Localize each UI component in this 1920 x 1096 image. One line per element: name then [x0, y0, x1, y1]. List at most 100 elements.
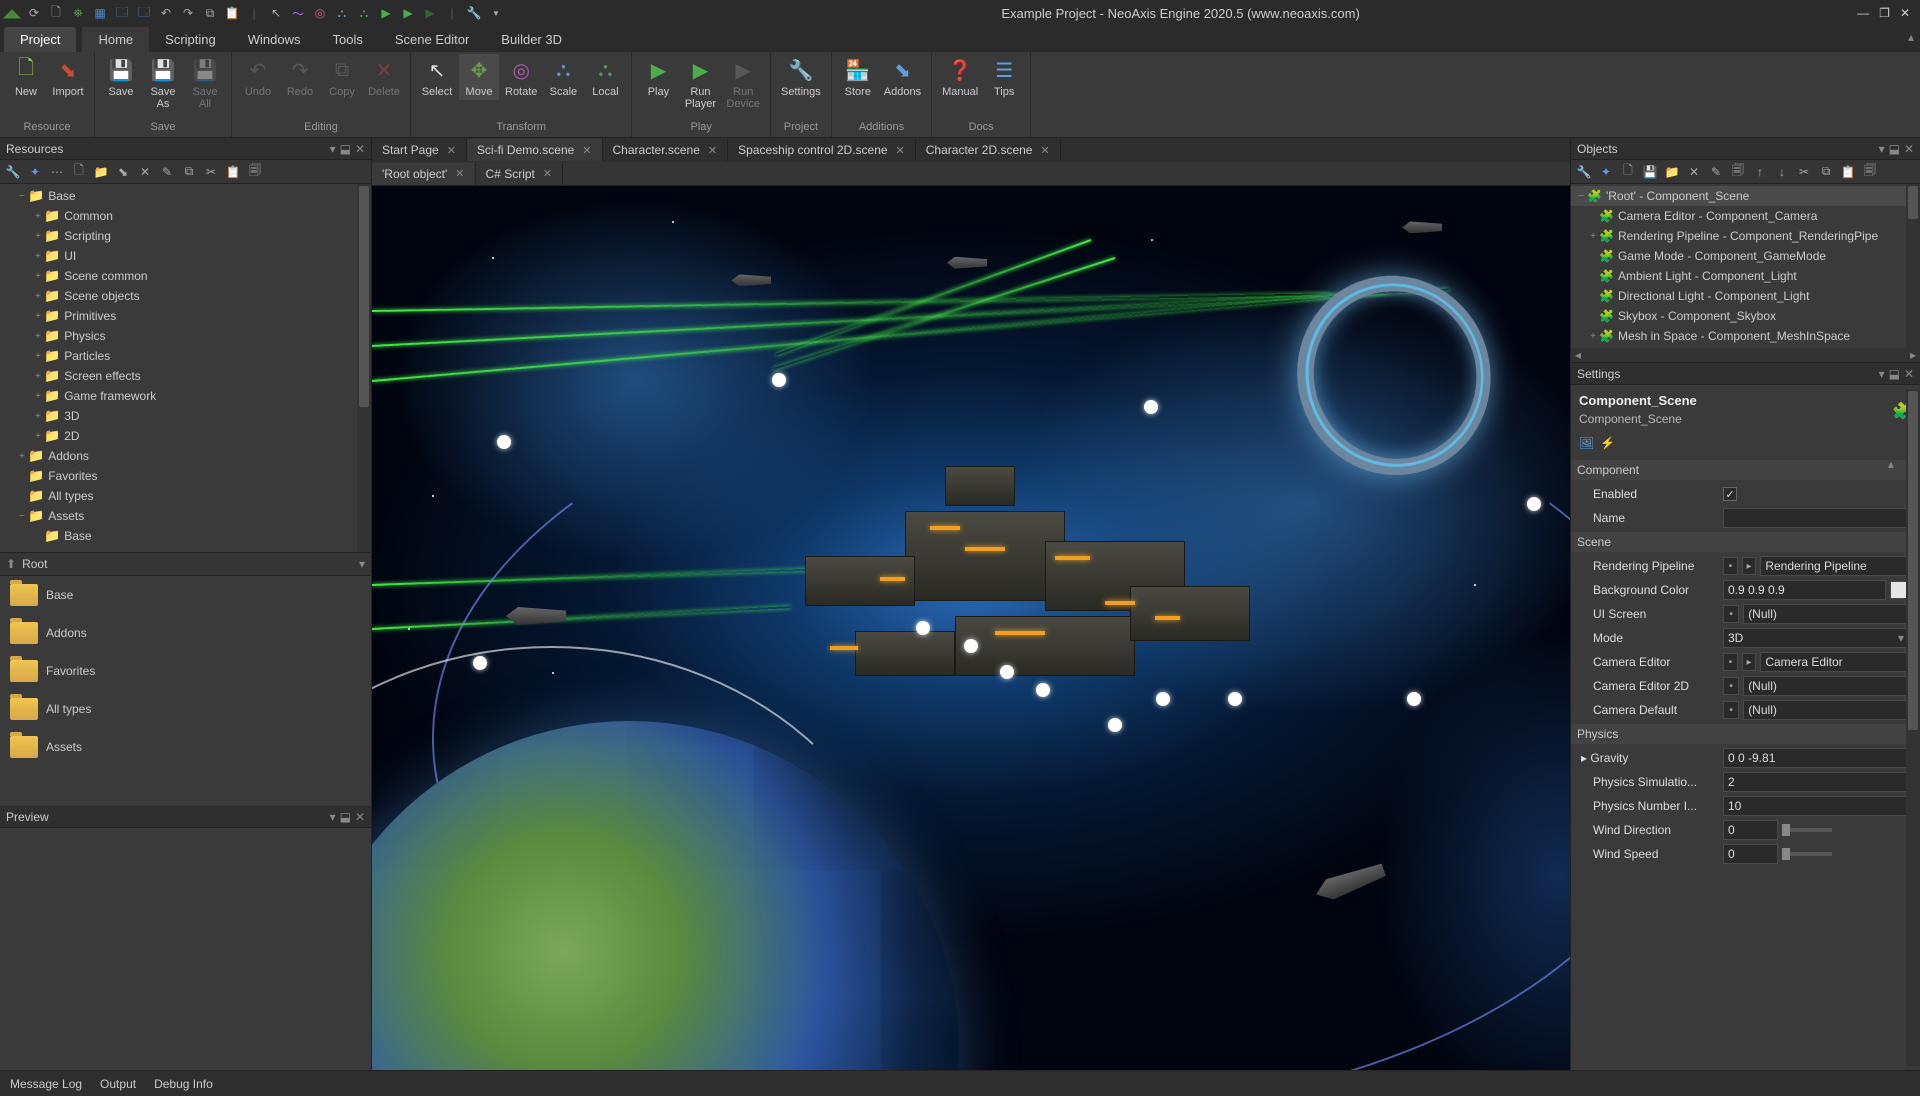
tree-item[interactable]: −🧩'Root' - Component_Scene: [1571, 186, 1920, 206]
obj-up-icon[interactable]: ↑: [1751, 163, 1769, 181]
property-input[interactable]: [1760, 652, 1912, 672]
property-combo[interactable]: [1723, 628, 1912, 648]
play-icon[interactable]: ▶: [378, 5, 394, 21]
expander-icon[interactable]: +: [32, 391, 44, 402]
doc-tab[interactable]: Character 2D.scene✕: [916, 139, 1061, 161]
doc-tab[interactable]: Character.scene✕: [603, 139, 729, 161]
orbit-node[interactable]: [964, 639, 978, 653]
qat-dropdown-icon[interactable]: ▼: [488, 5, 504, 21]
panel-menu-icon[interactable]: ▾: [330, 142, 336, 156]
axes-icon[interactable]: ⛯: [70, 5, 86, 21]
panel-close-icon[interactable]: ✕: [355, 142, 365, 156]
ribbon-move-button[interactable]: ✥Move: [459, 54, 499, 100]
section-collapse-icon[interactable]: ▴: [1888, 457, 1902, 467]
orbit-node[interactable]: [1144, 400, 1158, 414]
ribbon-store-button[interactable]: 🏪Store: [838, 54, 878, 100]
property-input[interactable]: [1723, 820, 1778, 840]
settings-menu-icon[interactable]: ▾: [1879, 367, 1885, 381]
window-icon[interactable]: 🗔: [114, 5, 130, 21]
ribbon-rotate-button[interactable]: ◎Rotate: [501, 54, 541, 100]
cursor-icon[interactable]: ↖: [268, 5, 284, 21]
folder-list[interactable]: BaseAddonsFavoritesAll typesAssets: [0, 576, 371, 806]
expander-icon[interactable]: +: [32, 371, 44, 382]
tree-item[interactable]: 📁Favorites: [0, 466, 371, 486]
ribbon-manual-button[interactable]: ❓Manual: [938, 54, 982, 100]
tree-item[interactable]: +📁Screen effects: [0, 366, 371, 386]
obj-dup-icon[interactable]: 🗐: [1861, 163, 1879, 181]
expander-icon[interactable]: +: [32, 431, 44, 442]
expander-icon[interactable]: +: [32, 351, 44, 362]
obj-rename-icon[interactable]: ✎: [1707, 163, 1725, 181]
doc-tab[interactable]: Start Page✕: [372, 139, 467, 161]
section-header[interactable]: Scene: [1571, 532, 1920, 552]
undo-icon[interactable]: ↶: [158, 5, 174, 21]
orbit-node[interactable]: [1108, 718, 1122, 732]
tree-item[interactable]: 🧩Camera Editor - Component_Camera: [1571, 206, 1920, 226]
wrench-icon[interactable]: 🔧: [466, 5, 482, 21]
doc-tab[interactable]: Sci-fi Demo.scene✕: [467, 139, 603, 161]
expander-icon[interactable]: +: [32, 231, 44, 242]
objects-pin-icon[interactable]: ⬓: [1889, 142, 1900, 156]
ribbon-save-button[interactable]: 💾Save: [101, 54, 141, 100]
tree-item[interactable]: +📁Physics: [0, 326, 371, 346]
expander-icon[interactable]: +: [32, 211, 44, 222]
panel-pin-icon[interactable]: ⬓: [340, 142, 351, 156]
ribbon-new-button[interactable]: 🗋New: [6, 54, 46, 100]
tool-options-icon[interactable]: ⋯: [48, 163, 66, 181]
tree-item[interactable]: +📁Primitives: [0, 306, 371, 326]
preview-pin-icon[interactable]: ⬓: [340, 810, 351, 824]
tree-item[interactable]: +🧩Mesh in Space 32 - Component_MeshInSpa…: [1571, 346, 1920, 348]
refresh-icon[interactable]: ⟳: [26, 5, 42, 21]
expander-icon[interactable]: +: [16, 451, 28, 462]
property-input[interactable]: [1723, 508, 1912, 528]
folder-item[interactable]: Base: [0, 576, 371, 614]
objects-menu-icon[interactable]: ▾: [1879, 142, 1885, 156]
status-item[interactable]: Message Log: [10, 1077, 82, 1091]
tree-item[interactable]: +📁Game framework: [0, 386, 371, 406]
slider-thumb-icon[interactable]: [1782, 848, 1790, 860]
tree-item[interactable]: 📁All types: [0, 486, 371, 506]
doc-tab[interactable]: Spaceship control 2D.scene✕: [728, 139, 916, 161]
expander-icon[interactable]: +: [32, 251, 44, 262]
objects-hscrollbar[interactable]: ◂ ▸: [1571, 348, 1920, 362]
tool-wrench-icon[interactable]: 🔧: [4, 163, 22, 181]
ref-edit-icon[interactable]: •: [1723, 557, 1738, 575]
property-input[interactable]: [1743, 700, 1912, 720]
ribbon-tips-button[interactable]: ☰Tips: [984, 54, 1024, 100]
path-up-icon[interactable]: ⬆: [6, 557, 16, 571]
tool-new-icon[interactable]: 🗋: [70, 163, 88, 181]
orbit-node[interactable]: [1527, 497, 1541, 511]
ribbon-select-button[interactable]: ↖Select: [417, 54, 457, 100]
tree-item[interactable]: +🧩Rendering Pipeline - Component_Renderi…: [1571, 226, 1920, 246]
grid-icon[interactable]: ▦: [92, 5, 108, 21]
property-input[interactable]: [1723, 772, 1912, 792]
tab-windows[interactable]: Windows: [232, 27, 317, 52]
status-item[interactable]: Output: [100, 1077, 136, 1091]
preview-menu-icon[interactable]: ▾: [330, 810, 336, 824]
property-input[interactable]: [1743, 676, 1912, 696]
settings-image-icon[interactable]: 🖼: [1579, 436, 1594, 450]
ribbon-play-button[interactable]: ▶Play: [638, 54, 678, 100]
redo-icon[interactable]: ↷: [180, 5, 196, 21]
tool-import-icon[interactable]: ⬊: [114, 163, 132, 181]
obj-copy-icon[interactable]: 🗐: [1729, 163, 1747, 181]
close-tab-icon[interactable]: ✕: [582, 144, 591, 157]
path-text[interactable]: Root: [22, 557, 47, 571]
orbit-node[interactable]: [1228, 692, 1242, 706]
prop-expander-icon[interactable]: ▸: [1581, 751, 1590, 765]
tool-folder-icon[interactable]: 📁: [92, 163, 110, 181]
ribbon-addons-button[interactable]: ⬊Addons: [880, 54, 925, 100]
scale-tool-icon[interactable]: ⛬: [334, 5, 350, 21]
settings-pin-icon[interactable]: ⬓: [1889, 367, 1900, 381]
tree-item[interactable]: +📁Particles: [0, 346, 371, 366]
sub-tab[interactable]: 'Root object'✕: [372, 163, 476, 185]
status-item[interactable]: Debug Info: [154, 1077, 213, 1091]
property-input[interactable]: [1723, 844, 1778, 864]
obj-save-icon[interactable]: 💾: [1641, 163, 1659, 181]
tool-delete-icon[interactable]: ✕: [136, 163, 154, 181]
folder-item[interactable]: Addons: [0, 614, 371, 652]
close-tab-icon[interactable]: ✕: [896, 144, 905, 157]
expander-icon[interactable]: +: [32, 291, 44, 302]
preview-close-icon[interactable]: ✕: [355, 810, 365, 824]
orbit-node[interactable]: [1407, 692, 1421, 706]
